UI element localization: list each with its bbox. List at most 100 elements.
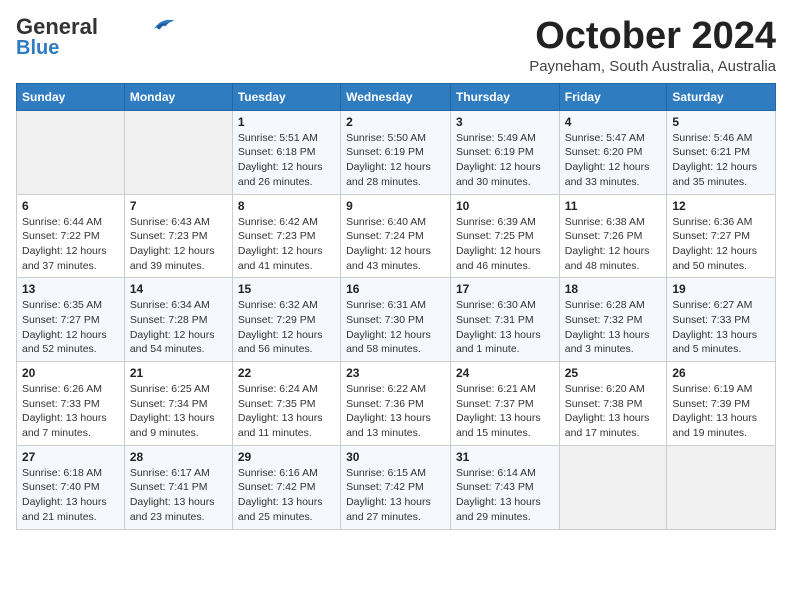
day-info: Sunrise: 6:17 AM Sunset: 7:41 PM Dayligh… xyxy=(130,466,227,525)
calendar-week-row: 27 Sunrise: 6:18 AM Sunset: 7:40 PM Dayli… xyxy=(17,445,776,529)
calendar-cell: 15 Sunrise: 6:32 AM Sunset: 7:29 PM Dayli… xyxy=(232,278,340,362)
page-header: General Blue October 2024 Payneham, Sout… xyxy=(16,16,776,75)
calendar-cell xyxy=(667,445,776,529)
day-info: Sunrise: 6:16 AM Sunset: 7:42 PM Dayligh… xyxy=(238,466,335,525)
day-number: 14 xyxy=(130,282,227,296)
calendar-week-row: 20 Sunrise: 6:26 AM Sunset: 7:33 PM Dayli… xyxy=(17,362,776,446)
day-number: 3 xyxy=(456,115,554,129)
calendar-cell: 4 Sunrise: 5:47 AM Sunset: 6:20 PM Daylig… xyxy=(559,110,667,194)
day-info: Sunrise: 6:40 AM Sunset: 7:24 PM Dayligh… xyxy=(346,215,445,274)
calendar-week-row: 6 Sunrise: 6:44 AM Sunset: 7:22 PM Daylig… xyxy=(17,194,776,278)
day-number: 5 xyxy=(672,115,770,129)
day-info: Sunrise: 6:15 AM Sunset: 7:42 PM Dayligh… xyxy=(346,466,445,525)
calendar-cell: 31 Sunrise: 6:14 AM Sunset: 7:43 PM Dayli… xyxy=(450,445,559,529)
day-number: 27 xyxy=(22,450,119,464)
day-number: 13 xyxy=(22,282,119,296)
weekday-header-thursday: Thursday xyxy=(450,83,559,110)
day-number: 4 xyxy=(565,115,662,129)
day-number: 1 xyxy=(238,115,335,129)
day-info: Sunrise: 6:36 AM Sunset: 7:27 PM Dayligh… xyxy=(672,215,770,274)
calendar-cell: 21Sunrise: 6:25 AM Sunset: 7:34 PM Dayli… xyxy=(124,362,232,446)
day-number: 31 xyxy=(456,450,554,464)
day-info: Sunrise: 5:50 AM Sunset: 6:19 PM Dayligh… xyxy=(346,131,445,190)
day-info: Sunrise: 6:44 AM Sunset: 7:22 PM Dayligh… xyxy=(22,215,119,274)
calendar-cell: 25 Sunrise: 6:20 AM Sunset: 7:38 PM Dayli… xyxy=(559,362,667,446)
logo-blue: Blue xyxy=(16,38,59,58)
day-number: 18 xyxy=(565,282,662,296)
calendar-cell: 11Sunrise: 6:38 AM Sunset: 7:26 PM Dayli… xyxy=(559,194,667,278)
day-number: 8 xyxy=(238,199,335,213)
calendar-cell: 20 Sunrise: 6:26 AM Sunset: 7:33 PM Dayli… xyxy=(17,362,125,446)
calendar-cell: 22 Sunrise: 6:24 AM Sunset: 7:35 PM Dayli… xyxy=(232,362,340,446)
calendar-cell: 13 Sunrise: 6:35 AM Sunset: 7:27 PM Dayli… xyxy=(17,278,125,362)
day-info: Sunrise: 6:43 AM Sunset: 7:23 PM Dayligh… xyxy=(130,215,227,274)
day-number: 17 xyxy=(456,282,554,296)
day-number: 24 xyxy=(456,366,554,380)
month-title: October 2024 xyxy=(529,16,776,58)
title-block: October 2024 Payneham, South Australia, … xyxy=(529,16,776,75)
calendar-cell: 8Sunrise: 6:42 AM Sunset: 7:23 PM Daylig… xyxy=(232,194,340,278)
calendar-cell xyxy=(559,445,667,529)
calendar-week-row: 13 Sunrise: 6:35 AM Sunset: 7:27 PM Dayli… xyxy=(17,278,776,362)
calendar-table: SundayMondayTuesdayWednesdayThursdayFrid… xyxy=(16,83,776,530)
day-number: 20 xyxy=(22,366,119,380)
day-info: Sunrise: 6:20 AM Sunset: 7:38 PM Dayligh… xyxy=(565,382,662,441)
day-number: 26 xyxy=(672,366,770,380)
logo-general: General xyxy=(16,14,98,39)
day-info: Sunrise: 6:24 AM Sunset: 7:35 PM Dayligh… xyxy=(238,382,335,441)
calendar-cell: 5 Sunrise: 5:46 AM Sunset: 6:21 PM Daylig… xyxy=(667,110,776,194)
logo: General Blue xyxy=(16,16,176,58)
calendar-cell: 18 Sunrise: 6:28 AM Sunset: 7:32 PM Dayli… xyxy=(559,278,667,362)
day-number: 2 xyxy=(346,115,445,129)
day-info: Sunrise: 6:22 AM Sunset: 7:36 PM Dayligh… xyxy=(346,382,445,441)
day-info: Sunrise: 6:34 AM Sunset: 7:28 PM Dayligh… xyxy=(130,298,227,357)
calendar-cell: 24 Sunrise: 6:21 AM Sunset: 7:37 PM Dayli… xyxy=(450,362,559,446)
day-number: 7 xyxy=(130,199,227,213)
calendar-cell: 9Sunrise: 6:40 AM Sunset: 7:24 PM Daylig… xyxy=(341,194,451,278)
calendar-cell: 12 Sunrise: 6:36 AM Sunset: 7:27 PM Dayli… xyxy=(667,194,776,278)
day-info: Sunrise: 6:31 AM Sunset: 7:30 PM Dayligh… xyxy=(346,298,445,357)
weekday-header-wednesday: Wednesday xyxy=(341,83,451,110)
calendar-cell: 30Sunrise: 6:15 AM Sunset: 7:42 PM Dayli… xyxy=(341,445,451,529)
day-info: Sunrise: 5:49 AM Sunset: 6:19 PM Dayligh… xyxy=(456,131,554,190)
day-info: Sunrise: 6:27 AM Sunset: 7:33 PM Dayligh… xyxy=(672,298,770,357)
logo-bird-icon xyxy=(146,15,176,35)
day-info: Sunrise: 6:14 AM Sunset: 7:43 PM Dayligh… xyxy=(456,466,554,525)
weekday-header-sunday: Sunday xyxy=(17,83,125,110)
day-number: 23 xyxy=(346,366,445,380)
day-info: Sunrise: 5:46 AM Sunset: 6:21 PM Dayligh… xyxy=(672,131,770,190)
day-number: 29 xyxy=(238,450,335,464)
day-info: Sunrise: 5:47 AM Sunset: 6:20 PM Dayligh… xyxy=(565,131,662,190)
calendar-cell: 29 Sunrise: 6:16 AM Sunset: 7:42 PM Dayli… xyxy=(232,445,340,529)
day-info: Sunrise: 6:21 AM Sunset: 7:37 PM Dayligh… xyxy=(456,382,554,441)
calendar-cell: 27 Sunrise: 6:18 AM Sunset: 7:40 PM Dayli… xyxy=(17,445,125,529)
calendar-cell: 3 Sunrise: 5:49 AM Sunset: 6:19 PM Daylig… xyxy=(450,110,559,194)
calendar-cell: 28 Sunrise: 6:17 AM Sunset: 7:41 PM Dayli… xyxy=(124,445,232,529)
day-info: Sunrise: 6:18 AM Sunset: 7:40 PM Dayligh… xyxy=(22,466,119,525)
calendar-cell: 17 Sunrise: 6:30 AM Sunset: 7:31 PM Dayli… xyxy=(450,278,559,362)
day-info: Sunrise: 6:32 AM Sunset: 7:29 PM Dayligh… xyxy=(238,298,335,357)
weekday-header-tuesday: Tuesday xyxy=(232,83,340,110)
day-number: 21 xyxy=(130,366,227,380)
day-info: Sunrise: 6:26 AM Sunset: 7:33 PM Dayligh… xyxy=(22,382,119,441)
day-number: 11 xyxy=(565,199,662,213)
day-info: Sunrise: 5:51 AM Sunset: 6:18 PM Dayligh… xyxy=(238,131,335,190)
calendar-cell xyxy=(17,110,125,194)
day-info: Sunrise: 6:28 AM Sunset: 7:32 PM Dayligh… xyxy=(565,298,662,357)
calendar-cell: 6 Sunrise: 6:44 AM Sunset: 7:22 PM Daylig… xyxy=(17,194,125,278)
day-number: 6 xyxy=(22,199,119,213)
weekday-header-saturday: Saturday xyxy=(667,83,776,110)
day-info: Sunrise: 6:35 AM Sunset: 7:27 PM Dayligh… xyxy=(22,298,119,357)
day-info: Sunrise: 6:19 AM Sunset: 7:39 PM Dayligh… xyxy=(672,382,770,441)
calendar-cell: 14 Sunrise: 6:34 AM Sunset: 7:28 PM Dayli… xyxy=(124,278,232,362)
day-number: 25 xyxy=(565,366,662,380)
day-number: 15 xyxy=(238,282,335,296)
calendar-cell xyxy=(124,110,232,194)
day-number: 12 xyxy=(672,199,770,213)
day-number: 22 xyxy=(238,366,335,380)
day-number: 28 xyxy=(130,450,227,464)
day-number: 10 xyxy=(456,199,554,213)
day-info: Sunrise: 6:30 AM Sunset: 7:31 PM Dayligh… xyxy=(456,298,554,357)
calendar-cell: 7 Sunrise: 6:43 AM Sunset: 7:23 PM Daylig… xyxy=(124,194,232,278)
calendar-cell: 2 Sunrise: 5:50 AM Sunset: 6:19 PM Daylig… xyxy=(341,110,451,194)
